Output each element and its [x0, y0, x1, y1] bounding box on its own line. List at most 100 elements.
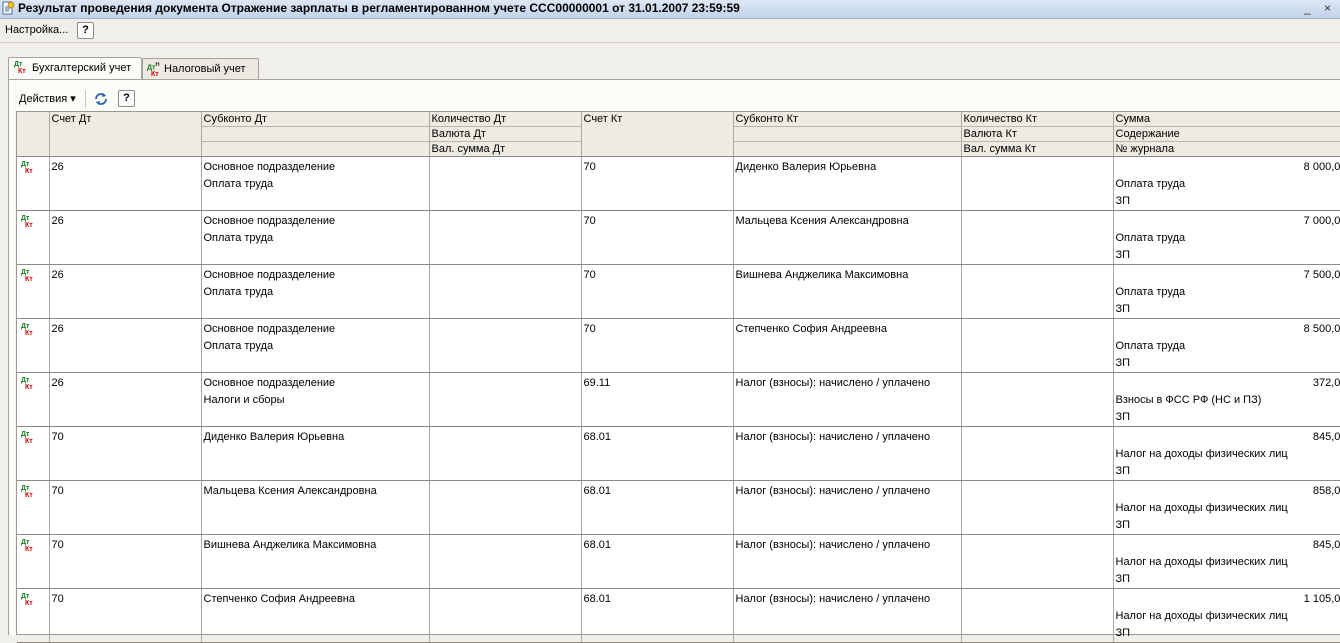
- toolbar-help-button[interactable]: ?: [118, 90, 135, 107]
- subkonto-dt-1: Степченко София Андреевна: [204, 591, 427, 608]
- table-row[interactable]: ДтКт26Основное подразделениеОплата труда…: [17, 211, 1340, 265]
- cell-kol-dt[interactable]: [429, 535, 581, 589]
- cell-summa[interactable]: 845,00Налог на доходы физических лицЗП: [1113, 535, 1340, 589]
- help-button[interactable]: ?: [77, 22, 94, 39]
- cell-schet-kt[interactable]: 68.01: [581, 535, 733, 589]
- table-row[interactable]: ДтКт26Основное подразделениеНалоги и сбо…: [17, 373, 1340, 427]
- cell-subkonto-kt[interactable]: Вишнева Анджелика Максимовна: [733, 265, 961, 319]
- cell-kol-kt[interactable]: [961, 535, 1113, 589]
- cell-subkonto-dt[interactable]: Основное подразделениеОплата труда: [201, 211, 429, 265]
- cell-schet-kt[interactable]: 68.01: [581, 427, 733, 481]
- schet-dt: 26: [52, 321, 199, 338]
- cell-kol-dt[interactable]: [429, 373, 581, 427]
- settings-menu[interactable]: Настройка...: [5, 24, 68, 36]
- cell-subkonto-dt[interactable]: Основное подразделениеНалоги и сборы: [201, 373, 429, 427]
- cell-kol-kt[interactable]: [961, 481, 1113, 535]
- cell-subkonto-kt[interactable]: Налог (взносы): начислено / уплачено: [733, 535, 961, 589]
- tab-accounting[interactable]: ДтКт Бухгалтерский учет: [8, 57, 142, 79]
- header-subkonto-kt[interactable]: Субконто Кт: [733, 112, 961, 127]
- cell-subkonto-kt[interactable]: Мальцева Ксения Александровна: [733, 211, 961, 265]
- cell-kol-dt[interactable]: [429, 589, 581, 643]
- cell-schet-kt[interactable]: 70: [581, 319, 733, 373]
- cell-schet-kt[interactable]: 70: [581, 265, 733, 319]
- header-valsum-kt[interactable]: Вал. сумма Кт: [961, 142, 1113, 157]
- cell-schet-dt[interactable]: 26: [49, 211, 201, 265]
- cell-summa[interactable]: 7 000,00Оплата трудаЗП: [1113, 211, 1340, 265]
- table-row[interactable]: ДтКт26Основное подразделениеОплата труда…: [17, 319, 1340, 373]
- cell-kol-kt[interactable]: [961, 265, 1113, 319]
- table-row[interactable]: ДтКт 70Вишнева Анджелика Максимовна 68.01Н…: [17, 535, 1340, 589]
- cell-kol-kt[interactable]: [961, 211, 1113, 265]
- header-zhurnal[interactable]: № журнала: [1113, 142, 1340, 157]
- cell-kol-kt[interactable]: [961, 373, 1113, 427]
- cell-kol-dt[interactable]: [429, 319, 581, 373]
- cell-subkonto-dt[interactable]: Степченко София Андреевна: [201, 589, 429, 643]
- cell-schet-dt[interactable]: 70: [49, 589, 201, 643]
- cell-schet-kt[interactable]: 68.01: [581, 589, 733, 643]
- cell-subkonto-kt[interactable]: Степченко София Андреевна: [733, 319, 961, 373]
- cell-subkonto-dt[interactable]: Основное подразделениеОплата труда: [201, 319, 429, 373]
- actions-menu[interactable]: Действия ▾: [19, 92, 76, 105]
- cell-schet-dt[interactable]: 26: [49, 319, 201, 373]
- header-subkonto-dt[interactable]: Субконто Дт: [201, 112, 429, 127]
- header-schet-dt[interactable]: Счет Дт: [49, 112, 201, 127]
- cell-schet-kt[interactable]: 70: [581, 211, 733, 265]
- cell-summa[interactable]: 845,00Налог на доходы физических лицЗП: [1113, 427, 1340, 481]
- cell-kol-kt[interactable]: [961, 589, 1113, 643]
- cell-summa[interactable]: 858,00Налог на доходы физических лицЗП: [1113, 481, 1340, 535]
- cell-subkonto-kt[interactable]: Налог (взносы): начислено / уплачено: [733, 373, 961, 427]
- header-schet-kt[interactable]: Счет Кт: [581, 112, 733, 127]
- cell-subkonto-dt[interactable]: Основное подразделениеОплата труда: [201, 157, 429, 211]
- subkonto-kt-1: Степченко София Андреевна: [736, 321, 959, 338]
- header-kol-dt[interactable]: Количество Дт: [429, 112, 581, 127]
- cell-schet-dt[interactable]: 70: [49, 427, 201, 481]
- cell-kol-dt[interactable]: [429, 265, 581, 319]
- cell-summa[interactable]: 372,00Взносы в ФСС РФ (НС и ПЗ)ЗП: [1113, 373, 1340, 427]
- cell-subkonto-dt[interactable]: Диденко Валерия Юрьевна: [201, 427, 429, 481]
- header-summa[interactable]: Сумма: [1113, 112, 1340, 127]
- cell-subkonto-dt[interactable]: Основное подразделениеОплата труда: [201, 265, 429, 319]
- cell-summa[interactable]: 1 105,00Налог на доходы физических лицЗП: [1113, 589, 1340, 643]
- close-button[interactable]: ×: [1320, 2, 1335, 15]
- cell-schet-dt[interactable]: 26: [49, 265, 201, 319]
- table-row[interactable]: ДтКт26Основное подразделениеОплата труда…: [17, 157, 1340, 211]
- cell-subkonto-kt[interactable]: Налог (взносы): начислено / уплачено: [733, 589, 961, 643]
- cell-subkonto-dt[interactable]: Вишнева Анджелика Максимовна: [201, 535, 429, 589]
- cell-schet-dt[interactable]: 26: [49, 373, 201, 427]
- cell-subkonto-kt[interactable]: Налог (взносы): начислено / уплачено: [733, 481, 961, 535]
- cell-schet-dt[interactable]: 70: [49, 535, 201, 589]
- table-body: ДтКт26Основное подразделениеОплата труда…: [17, 157, 1340, 643]
- cell-kol-dt[interactable]: [429, 211, 581, 265]
- tab-tax[interactable]: ДтНКт Налоговый учет: [142, 58, 259, 79]
- cell-kol-dt[interactable]: [429, 427, 581, 481]
- cell-subkonto-dt[interactable]: Мальцева Ксения Александровна: [201, 481, 429, 535]
- cell-subkonto-kt[interactable]: Диденко Валерия Юрьевна: [733, 157, 961, 211]
- minimize-button[interactable]: _: [1300, 2, 1315, 15]
- cell-schet-kt[interactable]: 68.01: [581, 481, 733, 535]
- header-valuta-dt[interactable]: Валюта Дт: [429, 127, 581, 142]
- cell-schet-dt[interactable]: 26: [49, 157, 201, 211]
- header-valsum-dt[interactable]: Вал. сумма Дт: [429, 142, 581, 157]
- table-row[interactable]: ДтКт70Диденко Валерия Юрьевна68.01Налог …: [17, 427, 1340, 481]
- cell-schet-kt[interactable]: 69.11: [581, 373, 733, 427]
- cell-schet-kt[interactable]: 70: [581, 157, 733, 211]
- table-row[interactable]: ДтКт70Степченко София Андреевна68.01Нало…: [17, 589, 1340, 643]
- table-row[interactable]: ДтКт26Основное подразделениеОплата труда…: [17, 265, 1340, 319]
- header-valuta-kt[interactable]: Валюта Кт: [961, 127, 1113, 142]
- cell-kol-kt[interactable]: [961, 157, 1113, 211]
- cell-kol-dt[interactable]: [429, 481, 581, 535]
- cell-summa[interactable]: 8 500,00Оплата трудаЗП: [1113, 319, 1340, 373]
- cell-summa[interactable]: 8 000,00Оплата трудаЗП: [1113, 157, 1340, 211]
- cell-schet-dt[interactable]: 70: [49, 481, 201, 535]
- cell-kol-kt[interactable]: [961, 319, 1113, 373]
- cell-subkonto-kt[interactable]: Налог (взносы): начислено / уплачено: [733, 427, 961, 481]
- header-kol-kt[interactable]: Количество Кт: [961, 112, 1113, 127]
- subkonto-kt-1: Налог (взносы): начислено / уплачено: [736, 537, 959, 554]
- dt-kt-icon: ДтКт: [21, 539, 33, 553]
- header-soderzhanie[interactable]: Содержание: [1113, 127, 1340, 142]
- table-row[interactable]: ДтКт70Мальцева Ксения Александровна68.01…: [17, 481, 1340, 535]
- refresh-icon[interactable]: [93, 91, 109, 107]
- cell-kol-kt[interactable]: [961, 427, 1113, 481]
- cell-summa[interactable]: 7 500,00Оплата трудаЗП: [1113, 265, 1340, 319]
- cell-kol-dt[interactable]: [429, 157, 581, 211]
